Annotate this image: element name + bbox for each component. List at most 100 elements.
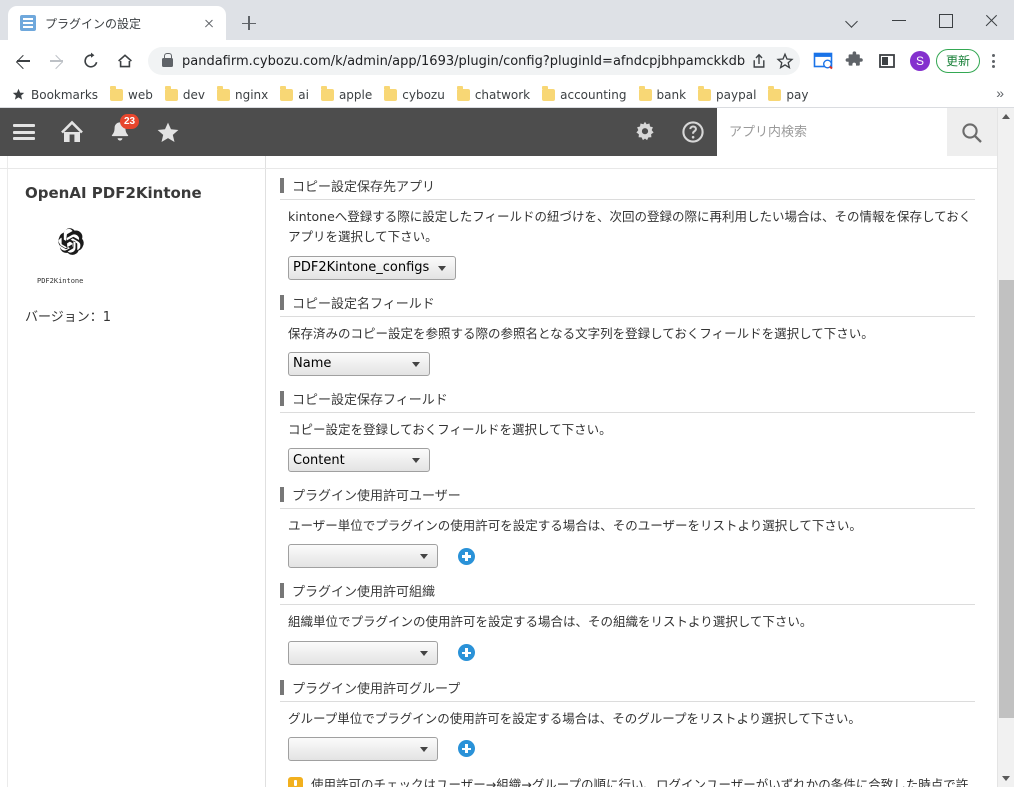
search-button[interactable] [947,108,997,156]
bookmark-item-paypal[interactable]: paypal [694,86,760,104]
tab-search-chevron-down-icon[interactable] [830,0,876,40]
star-icon[interactable] [144,108,192,156]
new-tab-button[interactable] [235,9,263,37]
arrow-left-icon[interactable] [8,46,38,76]
field-row [288,736,975,761]
section-description: グループ単位でプラグインの使用許可を設定する場合は、そのグループをリストより選択… [288,710,861,726]
allowed-groups-select[interactable] [288,736,438,761]
reload-icon[interactable] [76,46,106,76]
add-allowed-group-plus-circle-icon[interactable] [458,740,475,758]
bell-icon[interactable]: 23 [96,108,144,156]
home-icon[interactable] [48,108,96,156]
folder-icon [280,86,294,101]
bookmark-item-chatwork[interactable]: chatwork [453,86,534,104]
folder-icon [456,86,470,101]
star-outline-icon[interactable] [772,48,798,74]
bookmark-item-bookmarks[interactable]: Bookmarks [8,86,102,104]
scroll-down-arrow-icon[interactable] [998,770,1014,787]
select-wrapper [288,736,438,761]
bookmark-item-web[interactable]: web [106,86,157,104]
copy-config-save-field-select[interactable]: Content [288,448,430,472]
field-row [288,640,975,665]
plugin-config-content: OpenAI PDF2Kintone PDF2Kintone バージョン：1 コ… [0,156,997,787]
notice-text: 使用許可のチェックはユーザー→組織→グループの順に行い、ログインユーザーがいずれ… [311,776,969,787]
folder-icon [320,86,334,101]
folder-icon [768,86,782,101]
copy-config-target-app-select[interactable]: PDF2Kintone_configs [288,255,456,280]
section-accent-bar [280,487,284,502]
search-input[interactable] [717,108,947,156]
permission-order-notice: 使用許可のチェックはユーザー→組織→グループの順に行い、ログインユーザーがいずれ… [288,775,975,787]
section-copy-config-target-app: コピー設定保存先アプリ kintoneへ登録する際に設定したフィールドの紐づけを… [280,176,975,280]
maximize-icon[interactable] [922,0,968,40]
field-row: Content [288,448,975,472]
folder-icon [384,86,398,101]
gear-icon[interactable] [621,108,669,156]
page-scrollbar[interactable] [997,108,1014,787]
notification-badge: 23 [120,114,139,129]
bookmark-item-bank[interactable]: bank [635,86,691,104]
kebab-menu-icon[interactable] [980,46,1006,76]
add-allowed-user-plus-circle-icon[interactable] [458,547,475,565]
minimize-icon[interactable] [876,0,922,40]
bookmark-item-cybozu[interactable]: cybozu [380,86,449,104]
bookmark-item-ai[interactable]: ai [276,86,313,104]
extensions-puzzle-icon[interactable] [840,46,870,76]
update-button[interactable]: 更新 [935,49,980,73]
bookmark-item-apple[interactable]: apple [317,86,376,104]
folder-icon [638,86,652,101]
bookmark-item-accounting[interactable]: accounting [538,86,630,104]
share-icon[interactable] [746,48,772,74]
section-allowed-users: プラグイン使用許可ユーザー ユーザー単位でプラグインの使用許可を設定する場合は、… [280,485,975,569]
add-allowed-organization-plus-circle-icon[interactable] [458,644,475,661]
section-accent-bar [280,679,284,695]
home-icon[interactable] [110,46,140,76]
copy-config-name-field-select[interactable]: Name [288,351,430,376]
section-title: コピー設定保存フィールド [292,392,448,408]
bookmark-item-pay[interactable]: pay [764,86,812,104]
section-header: コピー設定保存フィールド [280,389,975,413]
section-header: コピー設定名フィールド [280,293,975,317]
bookmark-label: paypal [716,87,757,102]
bookmark-label: dev [182,87,205,102]
section-copy-config-save-field: コピー設定保存フィールド コピー設定を登録しておくフィールドを選択して下さい。 … [280,389,975,472]
arrow-right-icon[interactable] [42,46,72,76]
plugin-settings-form: コピー設定保存先アプリ kintoneへ登録する際に設定したフィールドの紐づけを… [266,156,997,787]
bookmark-label: cybozu [402,87,445,102]
bookmark-item-dev[interactable]: dev [161,86,209,104]
tab-close-icon[interactable] [200,14,218,32]
address-bar[interactable]: pandafirm.cybozu.com/k/admin/app/1693/pl… [148,47,800,75]
window-close-icon[interactable] [968,0,1014,40]
search-icon [962,123,982,143]
select-wrapper: PDF2Kintone_configs [288,255,456,280]
side-panel-icon[interactable] [872,46,902,76]
section-accent-bar [280,390,284,406]
allowed-organizations-select[interactable] [288,640,438,665]
section-title: コピー設定保存先アプリ [292,180,436,195]
reading-list-icon[interactable] [808,46,838,76]
section-description: 保存済みのコピー設定を参照する際の参照名となる文字列を登録しておくフィールドを選… [288,325,874,341]
scroll-up-arrow-icon[interactable] [998,108,1014,125]
browser-toolbar: pandafirm.cybozu.com/k/admin/app/1693/pl… [0,40,1014,82]
tab-strip: プラグインの設定 [0,0,1014,40]
allowed-users-select[interactable] [288,544,438,569]
scrollbar-thumb[interactable] [999,280,1014,718]
bookmark-item-nginx[interactable]: nginx [213,86,272,104]
select-wrapper [288,640,438,665]
folder-icon [110,86,124,101]
plugin-version-label: バージョン：1 [25,310,112,325]
bookmarks-overflow-button[interactable]: » [996,85,1004,101]
section-header: プラグイン使用許可組織 [280,581,975,606]
help-question-icon[interactable] [669,108,717,156]
folder-icon [542,86,556,101]
select-wrapper: Name [288,351,430,376]
hamburger-menu-icon[interactable] [0,108,48,156]
select-wrapper [288,544,438,569]
bookmark-label: accounting [560,87,627,102]
section-header: プラグイン使用許可ユーザー [280,485,975,509]
folder-icon [164,86,178,101]
kintone-global-header: 23 [0,108,997,156]
profile-avatar[interactable]: S [909,51,930,71]
browser-tab[interactable]: プラグインの設定 [8,6,226,40]
section-description: ユーザー単位でプラグインの使用許可を設定する場合は、そのユーザーをリストより選択… [288,518,862,533]
